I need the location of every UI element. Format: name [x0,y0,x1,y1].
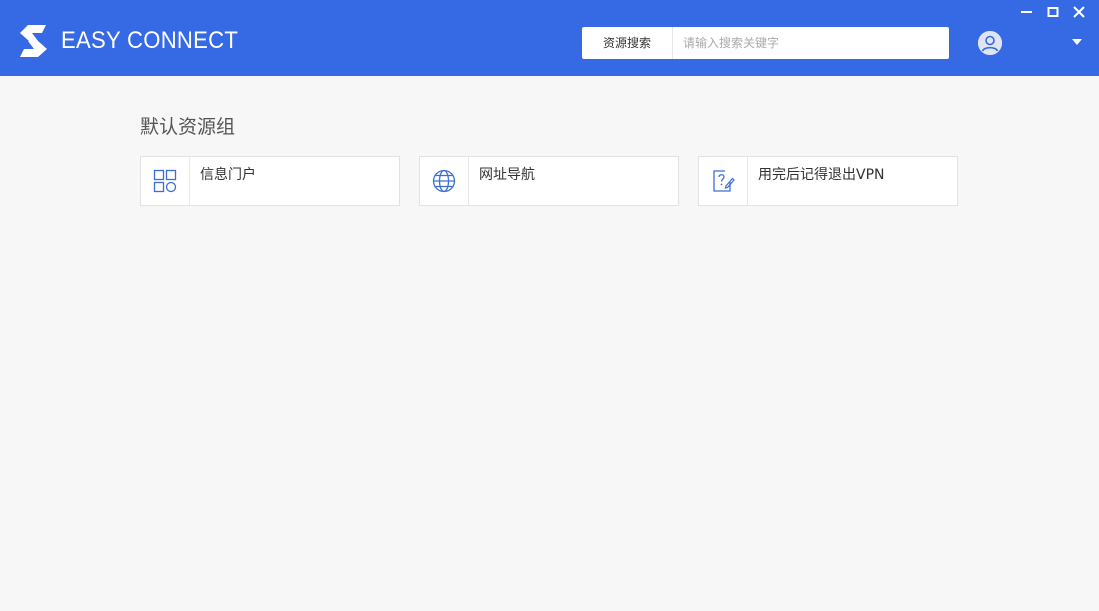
close-icon[interactable] [1072,5,1086,19]
card-icon-box [699,157,748,205]
resource-card-url-nav[interactable]: 网址导航 [419,156,679,206]
resource-group-title: 默认资源组 [140,116,236,138]
grid-apps-icon [153,169,177,193]
resource-card-vpn-logout-reminder[interactable]: 用完后记得退出VPN [698,156,958,206]
avatar[interactable] [978,31,1002,55]
resource-card-label: 信息门户 [200,167,256,183]
card-icon-box [141,157,190,205]
search-scope-button[interactable]: 资源搜索 [582,27,673,59]
resource-card-label: 用完后记得退出VPN [758,167,885,183]
resource-card-label: 网址导航 [479,167,535,183]
easyconnect-logo-icon [20,25,47,57]
globe-icon [432,169,456,193]
brand-name: EASY CONNECT [61,27,239,54]
maximize-icon[interactable] [1046,5,1060,19]
resource-card-info-portal[interactable]: 信息门户 [140,156,400,206]
search-input[interactable] [673,27,949,59]
minimize-icon[interactable] [1020,5,1034,19]
search-bar: 资源搜索 [582,27,949,59]
help-document-icon [713,170,735,192]
card-icon-box [420,157,469,205]
chevron-down-icon[interactable] [1071,38,1083,46]
top-bar: EASY CONNECT 资源搜索 [0,0,1099,76]
user-icon [978,31,1002,55]
